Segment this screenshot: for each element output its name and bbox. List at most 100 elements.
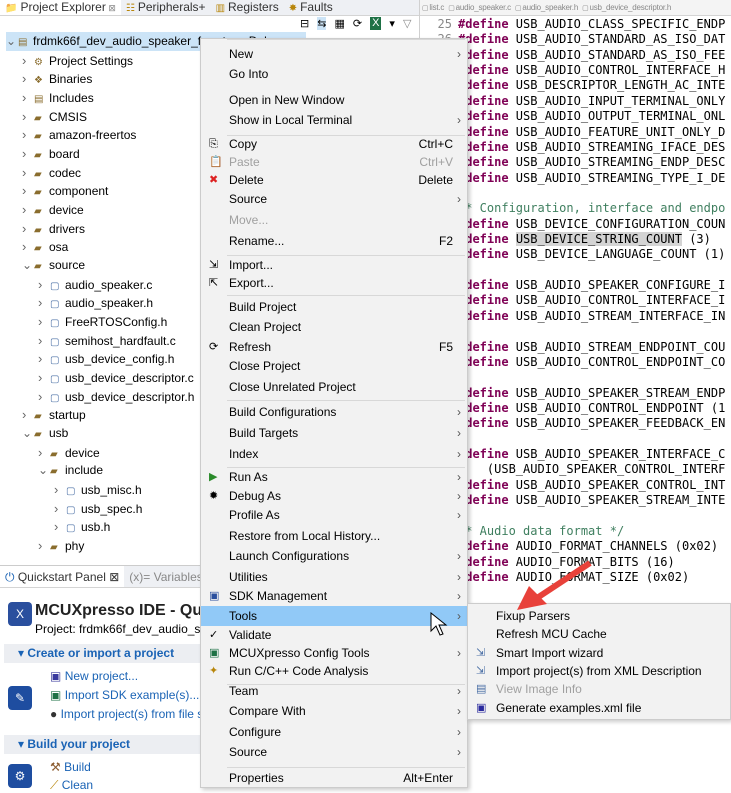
tree-item[interactable]: ⌄ ▰ include (38, 461, 103, 480)
new-project-link[interactable]: ▣ New project... (50, 669, 138, 683)
menu-item-copy[interactable]: ⎘ Copy Ctrl+C (201, 134, 467, 154)
editor-tab[interactable]: ▢usb_device_descriptor.h (580, 0, 673, 15)
tab-project-explorer[interactable]: 📁 Project Explorer ⊠ (0, 0, 121, 15)
chevron-right-icon[interactable]: › (22, 237, 34, 256)
chevron-down-icon[interactable]: ⌄ (22, 424, 34, 443)
tree-item[interactable]: › ▢ audio_speaker.h (38, 293, 153, 312)
menu-item-source[interactable]: Source › (201, 742, 467, 762)
menu-item-tools[interactable]: Tools › (201, 606, 467, 626)
chevron-right-icon[interactable]: › (38, 368, 50, 387)
tree-item[interactable]: › ▰ phy (38, 536, 84, 555)
tree-item[interactable]: › ❖ Binaries (22, 69, 92, 88)
tab-faults[interactable]: ✸ Faults (284, 0, 338, 15)
tree-item[interactable]: › ▰ board (22, 144, 80, 163)
chevron-right-icon[interactable]: › (38, 387, 50, 406)
tree-item[interactable]: › ▢ usb.h (54, 517, 110, 536)
submenu-item-generate-examples-xml-file[interactable]: ▣ Generate examples.xml file (468, 699, 730, 717)
menu-item-sdk-management[interactable]: ▣ SDK Management › (201, 586, 467, 606)
chevron-right-icon[interactable]: › (22, 51, 34, 70)
menu-item-close-project[interactable]: Close Project (201, 356, 467, 376)
chevron-right-icon[interactable]: › (22, 163, 34, 182)
tab-quickstart-panel[interactable]: ⏻ Quickstart Panel ⊠ (0, 566, 125, 587)
chevron-right-icon[interactable]: › (38, 312, 50, 331)
submenu-item-fixup-parsers[interactable]: Fixup Parsers (468, 607, 730, 625)
menu-item-source[interactable]: Source › (201, 189, 467, 209)
build-link[interactable]: ⚒ Build (50, 760, 91, 774)
chevron-right-icon[interactable]: › (54, 517, 66, 536)
chevron-right-icon[interactable]: › (38, 275, 50, 294)
tree-item[interactable]: › ▢ FreeRTOSConfig.h (38, 312, 167, 331)
tree-item[interactable]: › ▰ codec (22, 163, 81, 182)
chevron-right-icon[interactable]: › (22, 200, 34, 219)
menu-item-properties[interactable]: Properties Alt+Enter (201, 768, 467, 788)
editor-tab[interactable]: ▢audio_speaker.c (446, 0, 513, 15)
submenu-item-refresh-mcu-cache[interactable]: Refresh MCU Cache (468, 625, 730, 643)
chevron-right-icon[interactable]: › (22, 144, 34, 163)
menu-item-build-project[interactable]: Build Project (201, 297, 467, 317)
import-sdk-link[interactable]: ▣ Import SDK example(s)... (50, 688, 199, 702)
menu-item-export[interactable]: ⇱ Export... (201, 273, 467, 293)
tree-item[interactable]: › ⚙ Project Settings (22, 51, 133, 70)
menu-item-build-configurations[interactable]: Build Configurations › (201, 402, 467, 422)
menu-item-index[interactable]: Index › (201, 444, 467, 464)
chevron-right-icon[interactable]: › (38, 331, 50, 350)
menu-item-open-in-new-window[interactable]: Open in New Window (201, 90, 467, 110)
chevron-down-icon[interactable]: ⌄ (22, 256, 34, 275)
chevron-right-icon[interactable]: › (22, 181, 34, 200)
tree-item[interactable]: › ▰ component (22, 181, 108, 200)
filter-icon[interactable]: ▦ (334, 17, 344, 30)
excel-icon[interactable]: X (370, 17, 382, 30)
menu-item-import[interactable]: ⇲ Import... (201, 255, 467, 275)
tab-peripherals[interactable]: ☷ Peripherals+ (121, 0, 211, 15)
tree-item[interactable]: › ▰ osa (22, 237, 68, 256)
tree-item[interactable]: ⌄ ▰ usb (22, 424, 68, 443)
tree-item[interactable]: ⌄ ▰ source (22, 256, 85, 275)
chevron-right-icon[interactable]: › (22, 125, 34, 144)
tab-registers[interactable]: ▥ Registers (211, 0, 284, 15)
menu-item-launch-configurations[interactable]: Launch Configurations › (201, 546, 467, 566)
chevron-right-icon[interactable]: › (22, 219, 34, 238)
menu-item-validate[interactable]: ✓ Validate (201, 625, 467, 645)
menu-item-configure[interactable]: Configure › (201, 722, 467, 742)
tree-item[interactable]: › ▢ semihost_hardfault.c (38, 331, 176, 350)
section-build[interactable]: ▾ Build your project (4, 735, 200, 754)
view-menu-icon[interactable]: ▽ (403, 17, 411, 30)
menu-item-show-in-local-terminal[interactable]: Show in Local Terminal › (201, 110, 467, 130)
chevron-down-icon[interactable]: ⌄ (38, 461, 50, 480)
menu-item-debug-as[interactable]: ✹ Debug As › (201, 486, 467, 506)
tree-item[interactable]: › ▢ usb_spec.h (54, 499, 142, 518)
chevron-right-icon[interactable]: › (22, 88, 34, 107)
chevron-right-icon[interactable]: › (38, 349, 50, 368)
collapse-all-icon[interactable]: ⊟ (300, 17, 309, 30)
menu-item-restore-from-local-history[interactable]: Restore from Local History... (201, 526, 467, 546)
submenu-item-import-project-s-from-xml-description[interactable]: ⇲ Import project(s) from XML Description (468, 662, 730, 680)
chevron-right-icon[interactable]: › (38, 293, 50, 312)
editor-tab[interactable]: ▢audio_speaker.h (513, 0, 580, 15)
chevron-right-icon[interactable]: › (22, 107, 34, 126)
menu-item-build-targets[interactable]: Build Targets › (201, 423, 467, 443)
menu-item-run-c-c-code-analysis[interactable]: ✦ Run C/C++ Code Analysis (201, 661, 467, 681)
tree-item[interactable]: › ▰ amazon-freertos (22, 125, 136, 144)
chevron-right-icon[interactable]: › (38, 536, 50, 555)
chevron-right-icon[interactable]: › (22, 69, 34, 88)
menu-item-go-into[interactable]: Go Into (201, 64, 467, 84)
tree-item[interactable]: › ▤ Includes (22, 88, 94, 107)
menu-item-mcuxpresso-config-tools[interactable]: ▣ MCUXpresso Config Tools › (201, 643, 467, 663)
menu-item-delete[interactable]: ✖ Delete Delete (201, 170, 467, 190)
menu-item-rename[interactable]: Rename... F2 (201, 231, 467, 251)
tab-variables[interactable]: (x)= Variables (124, 566, 207, 587)
tree-item[interactable]: › ▢ usb_device_descriptor.h (38, 387, 194, 406)
dropdown-icon[interactable]: ▾ (389, 17, 395, 30)
menu-item-new[interactable]: New › (201, 44, 467, 64)
menu-item-close-unrelated-project[interactable]: Close Unrelated Project (201, 377, 467, 397)
menu-item-refresh[interactable]: ⟳ Refresh F5 (201, 337, 467, 357)
chevron-right-icon[interactable]: › (38, 443, 50, 462)
tree-item[interactable]: › ▢ usb_device_descriptor.c (38, 368, 194, 387)
close-tab-icon[interactable]: ⊠ (106, 3, 116, 13)
sync-icon[interactable]: ⟳ (353, 17, 362, 30)
tree-item[interactable]: › ▰ CMSIS (22, 107, 87, 126)
link-editor-icon[interactable]: ⇆ (317, 17, 327, 30)
tree-item[interactable]: › ▢ usb_device_config.h (38, 349, 174, 368)
section-create-import[interactable]: ▾ Create or import a project (4, 644, 200, 663)
menu-item-clean-project[interactable]: Clean Project (201, 317, 467, 337)
